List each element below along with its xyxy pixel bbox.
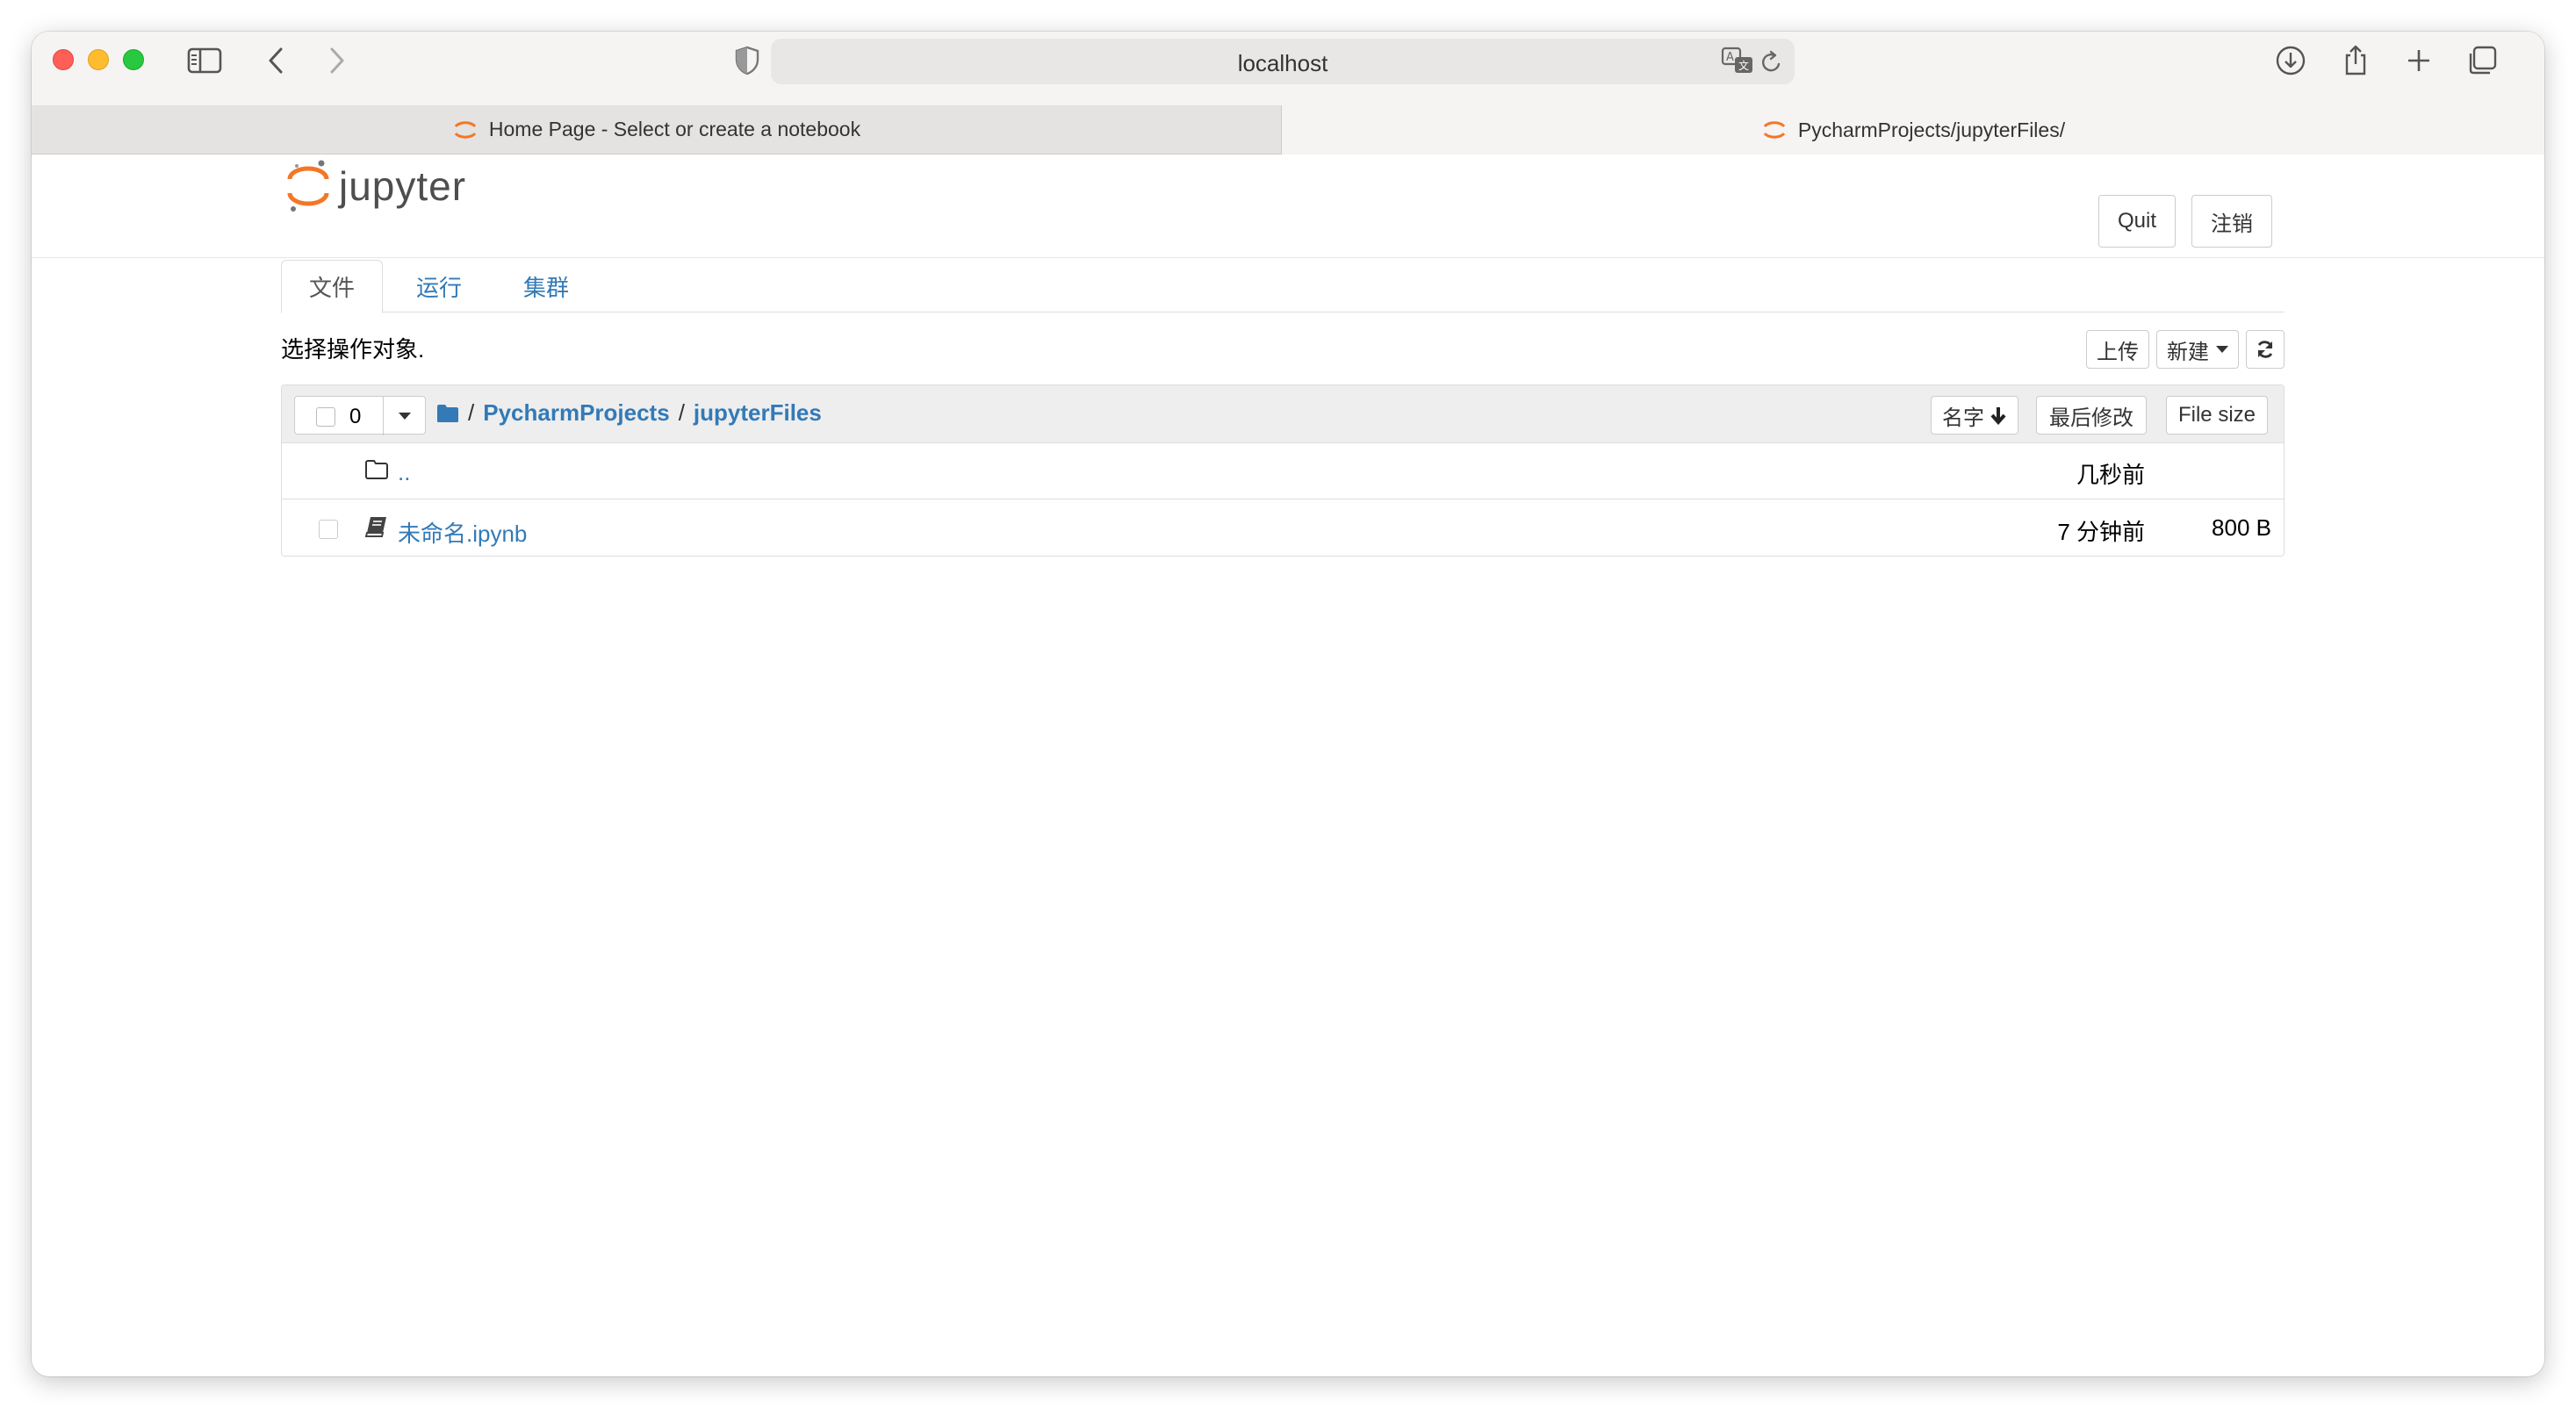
file-modified: 7 分钟前	[2057, 519, 2145, 545]
jupyter-header: jupyter Quit 注销	[32, 154, 2544, 258]
jupyter-logo-text: jupyter	[339, 163, 467, 209]
browser-tab-files[interactable]: PycharmProjects/jupyterFiles/	[1282, 105, 2544, 154]
dashboard-tabs: 文件 运行 集群	[281, 260, 2285, 313]
tab-clusters[interactable]: 集群	[511, 260, 581, 313]
sort-by-name-button[interactable]: 名字	[1931, 396, 2018, 435]
address-bar[interactable]: localhost A文	[771, 39, 1795, 84]
new-button-label: 新建	[2167, 340, 2209, 364]
forward-icon[interactable]	[318, 42, 355, 79]
translate-icon[interactable]: A文	[1721, 46, 1754, 80]
folder-icon	[365, 460, 388, 479]
file-name-link[interactable]: 未命名.ipynb	[398, 516, 527, 549]
refresh-icon	[2257, 341, 2273, 358]
breadcrumb-separator: /	[678, 399, 685, 426]
select-all-checkbox[interactable]	[316, 407, 335, 427]
jupyter-favicon-icon	[1763, 121, 1786, 139]
tab-files[interactable]: 文件	[281, 260, 383, 313]
browser-tab-home[interactable]: Home Page - Select or create a notebook	[32, 105, 1282, 154]
select-menu-caret-icon[interactable]	[399, 413, 411, 420]
address-text: localhost	[1237, 50, 1328, 76]
arrow-down-icon	[1990, 407, 2006, 425]
breadcrumb-separator: /	[468, 399, 475, 426]
svg-text:A: A	[1726, 51, 1734, 64]
tab-overview-icon[interactable]	[2464, 42, 2500, 79]
browser-toolbar: localhost A文	[32, 32, 2544, 105]
file-select-checkbox[interactable]	[319, 520, 338, 539]
privacy-shield-icon[interactable]	[729, 42, 766, 79]
new-dropdown-button[interactable]: 新建	[2156, 330, 2239, 369]
breadcrumb-item[interactable]: jupyterFiles	[694, 399, 822, 427]
upload-button[interactable]: 上传	[2086, 330, 2149, 369]
caret-down-icon	[2216, 346, 2228, 353]
jupyter-favicon-icon	[454, 120, 477, 139]
downloads-icon[interactable]	[2272, 42, 2309, 79]
logout-button[interactable]: 注销	[2191, 195, 2272, 248]
zoom-window-button[interactable]	[123, 49, 144, 70]
desktop: localhost A文 Home Page - Select or creat…	[0, 0, 2576, 1408]
share-icon[interactable]	[2337, 42, 2374, 79]
close-window-button[interactable]	[53, 49, 74, 70]
sort-by-size-button[interactable]: File size	[2166, 396, 2268, 435]
browser-tab-title: PycharmProjects/jupyterFiles/	[1797, 118, 2066, 141]
svg-text:文: 文	[1738, 59, 1749, 72]
selection-instruction: 选择操作对象.	[281, 336, 425, 363]
back-icon[interactable]	[258, 42, 295, 79]
sort-by-modified-button[interactable]: 最后修改	[2036, 396, 2147, 435]
browser-tab-title: Home Page - Select or create a notebook	[488, 118, 861, 140]
folder-home-icon[interactable]	[436, 404, 459, 423]
list-item[interactable]: 未命名.ipynb 7 分钟前 800 B	[282, 500, 2284, 556]
browser-tab-bar: Home Page - Select or create a notebook …	[32, 105, 2544, 154]
refresh-button[interactable]	[2246, 330, 2285, 369]
file-name-link[interactable]: ..	[398, 459, 410, 486]
tab-running[interactable]: 运行	[404, 260, 474, 313]
notebook-icon	[364, 517, 386, 537]
breadcrumb: / PycharmProjects / jupyterFiles	[436, 399, 822, 427]
minimize-window-button[interactable]	[88, 49, 109, 70]
list-item[interactable]: .. 几秒前	[282, 443, 2284, 499]
file-modified: 几秒前	[2076, 462, 2145, 488]
sort-name-label: 名字	[1942, 406, 1984, 430]
file-list-header: 0 / PycharmProjects / jupyterFiles 名字 最后…	[282, 385, 2284, 443]
breadcrumb-item[interactable]: PycharmProjects	[483, 399, 669, 427]
file-size: 800 B	[2212, 514, 2271, 541]
divider	[383, 397, 384, 435]
sidebar-toggle-icon[interactable]	[186, 42, 223, 79]
file-list: 0 / PycharmProjects / jupyterFiles 名字 最后…	[281, 384, 2285, 557]
jupyter-logo[interactable]: jupyter	[286, 158, 466, 214]
jupyter-logo-icon	[287, 160, 329, 212]
browser-window: localhost A文 Home Page - Select or creat…	[32, 32, 2544, 1376]
selected-count: 0	[349, 405, 362, 428]
new-tab-icon[interactable]	[2400, 42, 2437, 79]
select-all-group[interactable]: 0	[294, 396, 426, 435]
quit-button[interactable]: Quit	[2098, 195, 2176, 248]
reload-icon[interactable]	[1759, 49, 1784, 80]
